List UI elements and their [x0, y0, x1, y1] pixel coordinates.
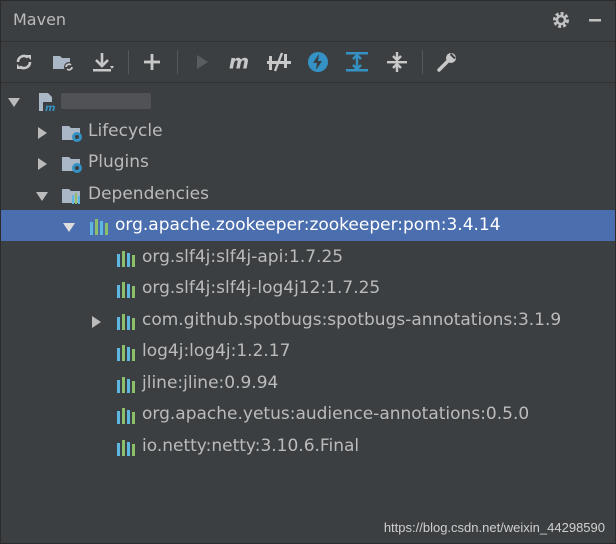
expand-arrow-icon[interactable]	[62, 219, 76, 233]
svg-text:m: m	[45, 103, 55, 113]
toolbar-separator	[128, 50, 129, 74]
expand-arrow-icon[interactable]	[7, 94, 21, 108]
dependency-item[interactable]: org.slf4j:slf4j-api:1.7.25	[1, 242, 615, 273]
header-icons	[551, 10, 605, 30]
tree-item-lifecycle[interactable]: Lifecycle	[1, 116, 615, 147]
dependency-label: org.apache.yetus:audience-annotations:0.…	[142, 404, 530, 424]
library-icon	[115, 248, 135, 268]
tree-item-label: Dependencies	[88, 184, 209, 204]
tree-item-label: Lifecycle	[88, 121, 163, 141]
dependency-item-selected[interactable]: org.apache.zookeeper:zookeeper:pom:3.4.1…	[1, 210, 615, 241]
library-icon	[115, 279, 135, 299]
maven-panel: Maven m m Lifecycle Plugins Dependencies…	[0, 0, 616, 544]
redacted-project-name	[61, 93, 151, 109]
download-icon[interactable]	[91, 50, 115, 74]
collapse-all-icon[interactable]	[385, 50, 409, 74]
maven-project-icon: m	[37, 91, 59, 114]
minimize-icon[interactable]	[585, 10, 605, 30]
skip-tests-icon[interactable]	[306, 50, 330, 74]
library-icon	[88, 216, 108, 236]
dependency-item[interactable]: log4j:log4j:1.2.17	[1, 336, 615, 367]
dependency-item[interactable]: org.apache.yetus:audience-annotations:0.…	[1, 399, 615, 430]
dependency-label: com.github.spotbugs:spotbugs-annotations…	[142, 310, 562, 330]
dependency-item[interactable]: com.github.spotbugs:spotbugs-annotations…	[1, 305, 615, 336]
lifecycle-folder-icon	[61, 122, 82, 142]
library-icon	[115, 311, 135, 331]
show-dependencies-icon[interactable]	[345, 50, 369, 74]
toolbar: m	[1, 42, 615, 82]
dependency-item[interactable]: org.slf4j:slf4j-log4j12:1.7.25	[1, 273, 615, 304]
toolbar-divider	[1, 82, 615, 83]
tree-root[interactable]: m	[1, 85, 615, 116]
dependency-label: org.apache.zookeeper:zookeeper:pom:3.4.1…	[115, 215, 501, 235]
dependency-label: log4j:log4j:1.2.17	[142, 341, 291, 361]
panel-header: Maven	[1, 1, 615, 41]
add-icon[interactable]	[140, 50, 164, 74]
panel-title: Maven	[13, 10, 67, 29]
expand-arrow-icon[interactable]	[35, 188, 49, 202]
collapsed-arrow-icon[interactable]	[35, 156, 49, 170]
plugins-folder-icon	[61, 153, 82, 173]
library-icon	[115, 437, 135, 457]
dependency-label: io.netty:netty:3.10.6.Final	[142, 436, 360, 456]
collapsed-arrow-icon[interactable]	[89, 314, 103, 328]
dependency-label: org.slf4j:slf4j-log4j12:1.7.25	[142, 278, 381, 298]
tree-item-dependencies[interactable]: Dependencies	[1, 179, 615, 210]
dependencies-folder-icon	[61, 185, 81, 205]
run-icon[interactable]	[190, 50, 214, 74]
tree-item-label: Plugins	[88, 152, 149, 172]
library-icon	[115, 374, 135, 394]
reload-icon[interactable]	[12, 50, 36, 74]
dependency-item[interactable]: io.netty:netty:3.10.6.Final	[1, 431, 615, 462]
toggle-offline-icon[interactable]	[267, 50, 291, 74]
dependency-label: org.slf4j:slf4j-api:1.7.25	[142, 247, 344, 267]
execute-goal-icon[interactable]: m	[228, 50, 252, 74]
dependency-label: jline:jline:0.9.94	[142, 373, 279, 393]
add-project-icon[interactable]	[51, 50, 75, 74]
library-icon	[115, 342, 135, 362]
toolbar-separator	[422, 50, 423, 74]
library-icon	[115, 405, 135, 425]
svg-text:m: m	[229, 51, 249, 73]
watermark: https://blog.csdn.net/weixin_44298590	[383, 520, 605, 535]
settings-icon[interactable]	[435, 50, 459, 74]
dependency-item[interactable]: jline:jline:0.9.94	[1, 368, 615, 399]
gear-icon[interactable]	[551, 10, 571, 30]
tree-item-plugins[interactable]: Plugins	[1, 147, 615, 178]
toolbar-separator	[177, 50, 178, 74]
collapsed-arrow-icon[interactable]	[35, 125, 49, 139]
